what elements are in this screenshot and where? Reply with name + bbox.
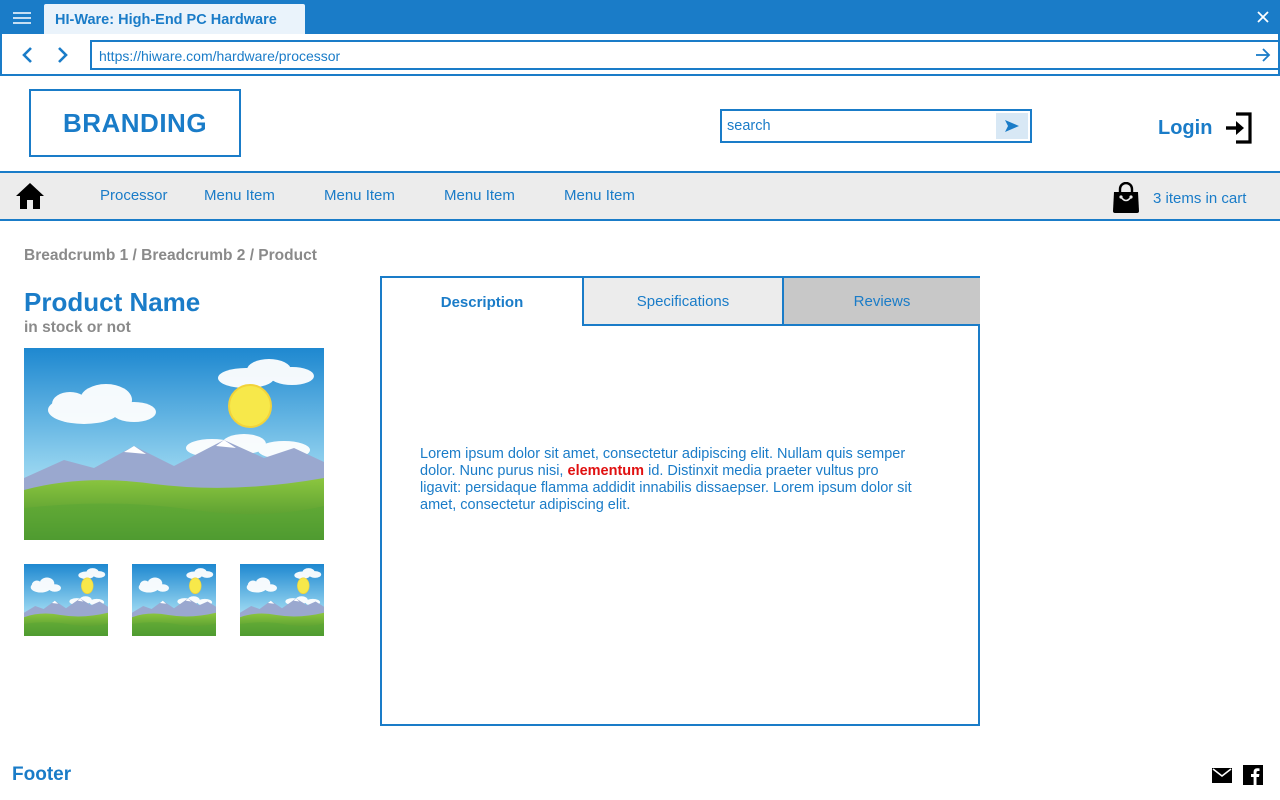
breadcrumb[interactable]: Breadcrumb 1 / Breadcrumb 2 / Product	[24, 247, 317, 265]
mail-icon[interactable]	[1211, 764, 1233, 786]
login-button[interactable]: Login	[1158, 110, 1254, 146]
tab-description[interactable]: Description	[382, 278, 582, 326]
description-highlight: elementum	[567, 463, 645, 479]
search-button[interactable]	[996, 113, 1028, 139]
close-icon[interactable]	[1246, 0, 1280, 34]
brand-logo[interactable]: BRANDING	[29, 89, 241, 157]
browser-navbar: https://hiware.com/hardware/processor	[0, 34, 1280, 76]
shopping-bag-icon	[1113, 182, 1139, 213]
stock-status: in stock or not	[24, 319, 131, 336]
arrow-right-icon[interactable]	[1252, 45, 1274, 65]
brand-label: BRANDING	[62, 107, 208, 138]
product-thumbnail[interactable]	[240, 564, 324, 636]
footer-label: Footer	[12, 764, 72, 785]
cart-count-label: 3 items in cart	[1153, 189, 1247, 207]
browser-tab-title: HI-Ware: High-End PC Hardware	[55, 12, 277, 28]
main-menu: Processor Menu Item Menu Item Menu Item …	[0, 171, 1280, 221]
browser-tab[interactable]: HI-Ware: High-End PC Hardware	[44, 4, 305, 34]
login-icon	[1226, 112, 1253, 144]
facebook-icon[interactable]	[1242, 764, 1264, 786]
product-thumbnail[interactable]	[24, 564, 108, 636]
search-box	[720, 109, 1032, 143]
tab-specifications[interactable]: Specifications	[582, 278, 782, 326]
search-input[interactable]	[722, 111, 996, 141]
product-description: Lorem ipsum dolor sit amet, consectetur …	[420, 446, 920, 514]
browser-titlebar: HI-Ware: High-End PC Hardware	[0, 0, 1280, 34]
cart-button[interactable]: 3 items in cart	[1111, 181, 1246, 215]
address-bar[interactable]: https://hiware.com/hardware/processor	[90, 40, 1280, 70]
send-icon	[1005, 120, 1019, 132]
hamburger-menu-icon[interactable]	[4, 4, 40, 32]
chevron-left-icon[interactable]	[15, 42, 39, 68]
menu-item[interactable]: Menu Item	[324, 187, 395, 204]
product-title: Product Name	[24, 287, 201, 317]
login-label: Login	[1158, 116, 1213, 139]
menu-item[interactable]: Menu Item	[444, 187, 515, 204]
product-thumbnail[interactable]	[132, 564, 216, 636]
product-tabs: Description Specifications Reviews Lorem…	[380, 276, 980, 726]
product-main-image[interactable]	[24, 348, 324, 540]
chevron-right-icon[interactable]	[51, 42, 75, 68]
menu-item-processor[interactable]: Processor	[100, 187, 168, 204]
menu-item[interactable]: Menu Item	[204, 187, 275, 204]
address-bar-url[interactable]: https://hiware.com/hardware/processor	[99, 48, 340, 64]
menu-item[interactable]: Menu Item	[564, 187, 635, 204]
tab-reviews[interactable]: Reviews	[782, 278, 980, 326]
home-icon[interactable]	[15, 182, 45, 210]
